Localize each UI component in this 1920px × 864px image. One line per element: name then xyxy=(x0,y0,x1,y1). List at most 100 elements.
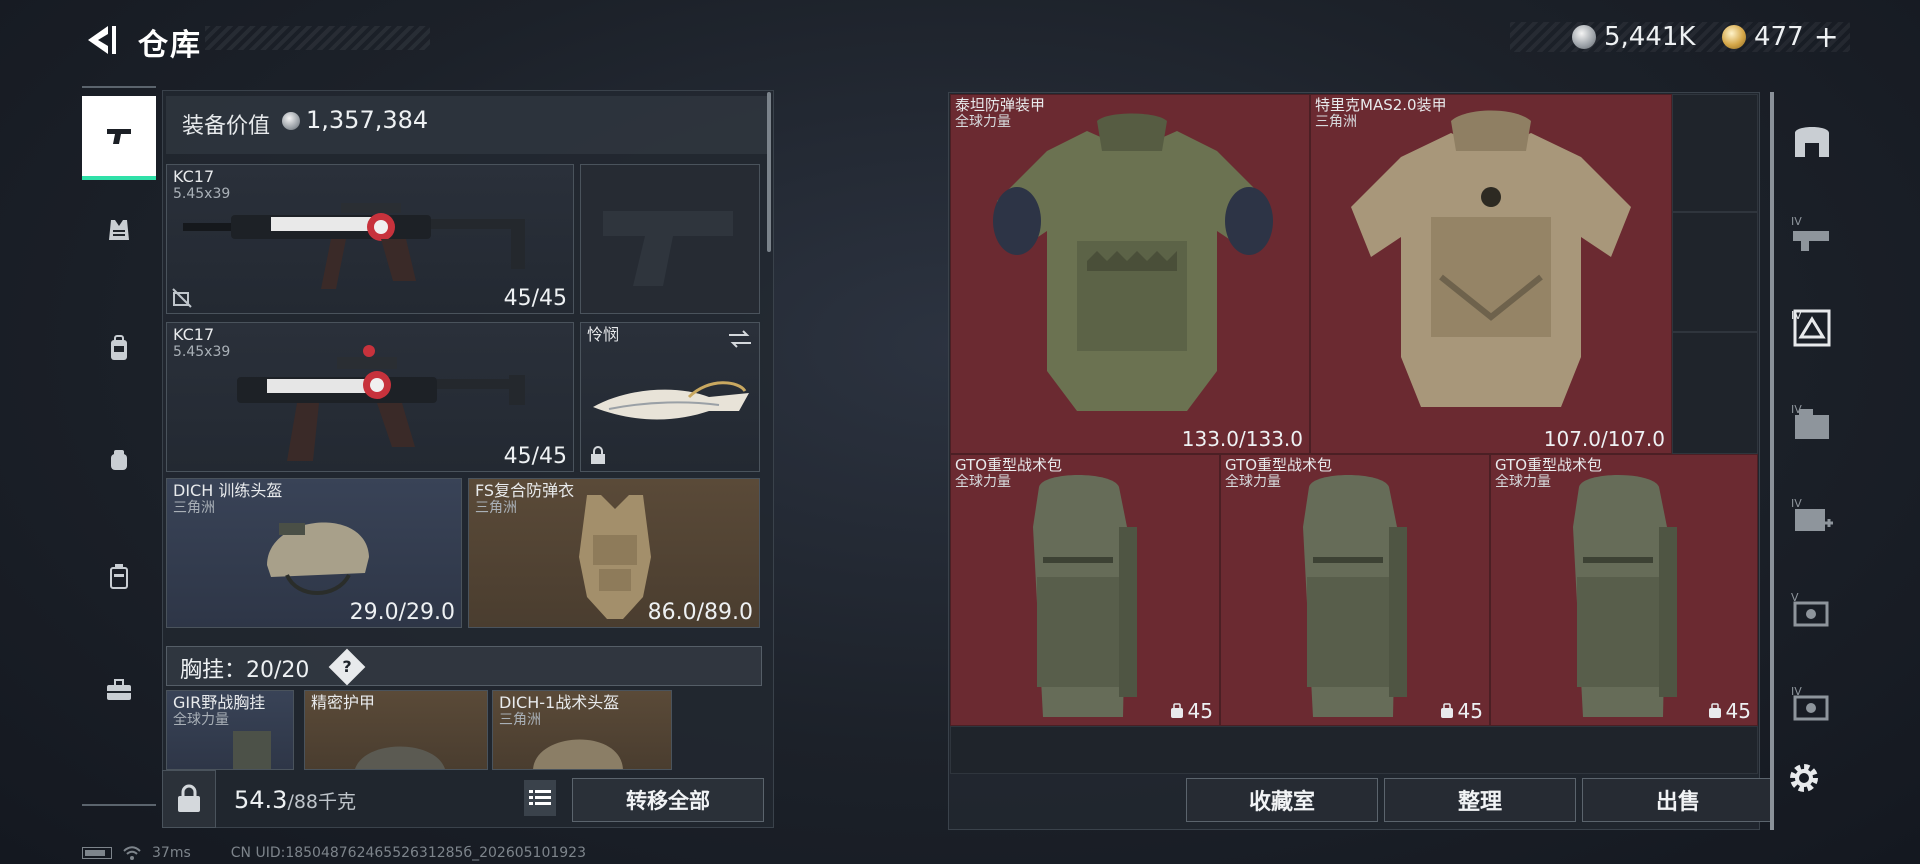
stash-empty-cell[interactable] xyxy=(1672,94,1758,212)
currency-silver: 5,441K xyxy=(1572,22,1695,52)
silver-amount: 5,441K xyxy=(1604,22,1696,52)
currency-gold: 477 + xyxy=(1722,20,1839,55)
filter-weapons[interactable]: IV xyxy=(1788,210,1836,258)
uid-text: CN UID:18504876246552631285б_20260510192… xyxy=(230,845,586,861)
rig-item[interactable]: DICH-1战术头盔 三角洲 xyxy=(492,690,672,770)
swap-icon[interactable] xyxy=(727,329,753,349)
backpack-icon xyxy=(111,335,127,360)
weapon-filter-icon: IV xyxy=(1791,215,1829,251)
rig-image xyxy=(233,731,271,769)
equip-value-amount: 1,357,384 xyxy=(306,106,429,134)
stash-empty-row[interactable] xyxy=(950,726,1758,774)
add-currency-button[interactable]: + xyxy=(1814,20,1839,55)
stash-item-backpack[interactable]: GTO重型战术包 全球力量 45 xyxy=(950,454,1220,726)
stash-empty-cell[interactable] xyxy=(1672,332,1758,454)
item-durability: 133.0/133.0 xyxy=(1181,427,1303,451)
smg-image xyxy=(237,345,525,461)
stash-item-armor[interactable]: 特里克MAS2.0装甲 三角洲 107.0/107.0 xyxy=(1310,94,1672,454)
slot-helmet[interactable]: DICH 训练头盔 三角洲 29.0/29.0 xyxy=(166,478,462,628)
helmet-image xyxy=(267,522,369,595)
settings-button[interactable] xyxy=(1784,758,1824,798)
rail-item-rig[interactable] xyxy=(82,418,156,502)
slot-item-name: 怜悯 xyxy=(587,325,620,344)
svg-text:IV: IV xyxy=(1791,497,1802,510)
toolbox-icon xyxy=(107,679,131,700)
bag-filter-icon: IV xyxy=(1791,403,1829,439)
backpack-image xyxy=(1033,475,1137,717)
backpack-capacity-icon xyxy=(1170,703,1183,718)
weight-current: 54.3 xyxy=(234,786,288,814)
rail-item-toolbox[interactable] xyxy=(82,648,156,732)
wifi-icon xyxy=(123,846,141,860)
armor-image xyxy=(1351,110,1631,407)
stash-item-backpack[interactable]: GTO重型战术包 全球力量 45 xyxy=(1490,454,1758,726)
list-view-button[interactable] xyxy=(524,780,556,816)
filter-collectibles[interactable]: IV xyxy=(1788,680,1836,728)
silver-coin-icon xyxy=(282,112,300,130)
rail-item-case[interactable] xyxy=(82,534,156,618)
slot-melee[interactable]: 怜悯 xyxy=(580,322,760,472)
weight-max: /88千克 xyxy=(287,791,357,813)
item-origin: 全球力量 xyxy=(955,474,1011,490)
item-capacity-value: 45 xyxy=(1725,699,1751,723)
slot-pistol[interactable] xyxy=(580,164,760,314)
filter-armor[interactable]: IV xyxy=(1788,304,1836,352)
rig-item-origin: 全球力量 xyxy=(173,712,229,728)
armor-plate-image xyxy=(355,746,445,769)
helmet-image xyxy=(533,739,623,769)
armor-image xyxy=(993,113,1273,411)
stash-filter-rail: IV IV IV IV V IV xyxy=(1770,92,1840,830)
rail-item-backpack[interactable] xyxy=(82,306,156,390)
filter-keys[interactable]: V xyxy=(1788,586,1836,634)
weight-indicator: 54.3/88千克 xyxy=(234,786,356,814)
category-rail xyxy=(82,86,156,806)
backpack-capacity-icon xyxy=(1440,703,1453,718)
stash-item-backpack[interactable]: GTO重型战术包 全球力量 45 xyxy=(1220,454,1490,726)
loadout-scrollbar[interactable] xyxy=(767,92,771,252)
sell-button[interactable]: 出售 xyxy=(1582,778,1774,822)
rail-item-weapons[interactable] xyxy=(82,96,156,180)
battery-icon xyxy=(82,847,112,859)
slot-secondary-weapon[interactable]: KC17 5.45x39 45/45 xyxy=(166,322,574,472)
rig-item-name: 精密护甲 xyxy=(311,693,376,712)
slot-item-name: KC17 xyxy=(173,325,215,344)
slot-primary-weapon[interactable]: KC17 5.45x39 45/45 xyxy=(166,164,574,314)
transfer-all-button[interactable]: 转移全部 xyxy=(572,778,764,822)
slot-item-origin: 三角洲 xyxy=(173,500,215,516)
slot-durability: 86.0/89.0 xyxy=(647,600,753,625)
capacity-lock-button[interactable] xyxy=(162,770,216,828)
rig-item-name: GIR野战胸挂 xyxy=(173,693,266,712)
back-button[interactable] xyxy=(80,20,120,60)
sort-button[interactable]: 整理 xyxy=(1384,778,1576,822)
item-origin: 全球力量 xyxy=(1495,474,1551,490)
gold-amount: 477 xyxy=(1754,22,1804,52)
filter-medical[interactable]: IV xyxy=(1788,492,1836,540)
vest-image xyxy=(579,495,651,619)
lock-icon xyxy=(178,784,200,812)
ping-text: 37ms xyxy=(152,845,191,861)
filter-bags[interactable]: IV xyxy=(1788,398,1836,446)
stash-item-armor[interactable]: 泰坦防弹装甲 全球力量 133.0/133.0 xyxy=(950,94,1310,454)
rail-item-armor[interactable] xyxy=(82,188,156,272)
collectible-filter-icon: IV xyxy=(1791,685,1829,721)
help-button[interactable]: ? xyxy=(328,648,366,686)
status-row: 37ms CN UID:18504876246552631285б_202605… xyxy=(82,844,586,862)
collection-room-button[interactable]: 收藏室 xyxy=(1186,778,1378,822)
slot-body-armor[interactable]: FS复合防弹衣 三角洲 86.0/89.0 xyxy=(468,478,760,628)
page-title: 仓库 xyxy=(138,28,202,63)
gold-coin-icon xyxy=(1722,25,1746,49)
title-stripe xyxy=(205,26,430,50)
stash-empty-cell[interactable] xyxy=(1672,212,1758,332)
item-capacity: 45 xyxy=(1708,699,1751,723)
chest-rig-capacity: 胸挂：20/20 xyxy=(180,658,310,683)
slot-item-caliber: 5.45x39 xyxy=(173,344,231,360)
item-capacity-value: 45 xyxy=(1187,699,1213,723)
armor-filter-icon: IV xyxy=(1791,309,1831,347)
silver-coin-icon xyxy=(1572,25,1596,49)
pistol-placeholder-icon xyxy=(603,211,733,286)
equip-value-label: 装备价值 xyxy=(182,114,271,139)
rig-item[interactable]: 精密护甲 xyxy=(304,690,488,770)
medical-filter-icon: IV xyxy=(1791,497,1833,531)
filter-all[interactable] xyxy=(1788,116,1836,164)
rig-item[interactable]: GIR野战胸挂 全球力量 xyxy=(166,690,294,770)
